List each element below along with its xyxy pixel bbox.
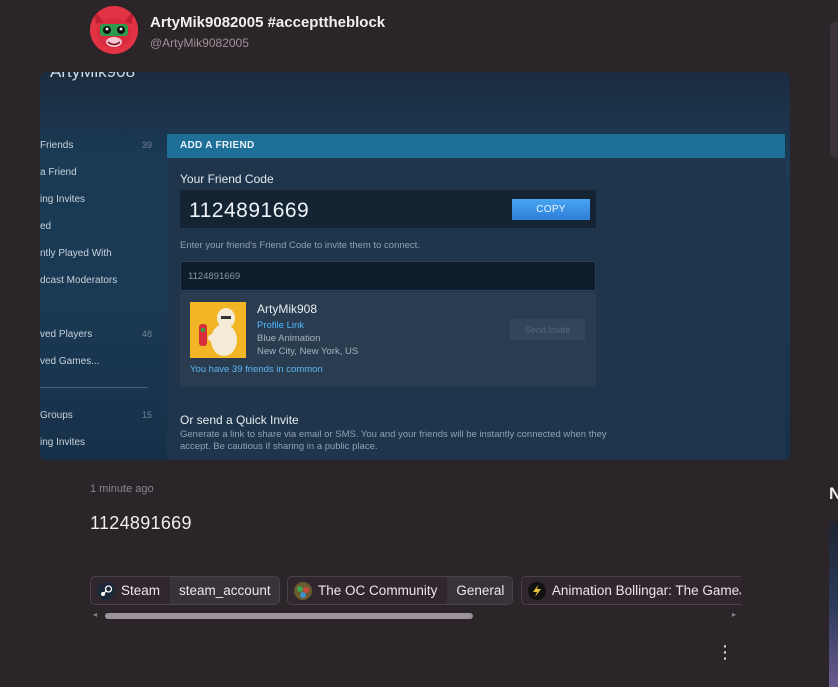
steam-icon xyxy=(97,581,115,600)
post-text: 1124891669 xyxy=(90,513,192,533)
author-avatar[interactable] xyxy=(90,6,138,54)
add-friend-panel: ADD A FRIEND Your Friend Code 1124891669… xyxy=(167,134,785,460)
tag-steam[interactable]: Steam steam_account xyxy=(90,576,280,605)
result-name: ArtyMik908 xyxy=(257,302,318,316)
scroll-right-arrow-icon[interactable]: ▸ xyxy=(732,610,736,619)
steam-nav-item: ing Invites xyxy=(40,194,86,205)
community-icon xyxy=(294,581,313,600)
send-invite-button: Send Invite xyxy=(510,319,585,340)
tag-gamejolt[interactable]: Animation Bollingar: The GameJolt d xyxy=(520,576,741,605)
more-options-icon[interactable]: ⋮ xyxy=(716,643,734,663)
result-line: Blue Animation xyxy=(257,333,321,344)
friend-code-hint: Enter your friend's Friend Code to invit… xyxy=(180,240,420,251)
tag-label: Steam xyxy=(121,583,161,598)
panel-header: ADD A FRIEND xyxy=(167,134,785,158)
result-location: New City, New York, US xyxy=(257,346,359,357)
tag-label: The OC Community xyxy=(318,583,438,598)
steam-nav-item: a Friend xyxy=(40,167,77,178)
friend-code-value: 1124891669 xyxy=(189,199,310,222)
gamejolt-icon xyxy=(527,581,546,600)
steam-nav-item xyxy=(40,294,160,321)
copy-button: COPY xyxy=(512,199,590,220)
common-friends-text: You have 39 friends in common xyxy=(190,364,323,375)
steam-profile-name: ArtyMik908 xyxy=(50,72,135,82)
steam-nav-item: ved Players 48 xyxy=(40,329,152,340)
tags-scrollbar[interactable]: ◂ ▸ xyxy=(90,610,741,622)
tag-sub-label: General xyxy=(447,577,513,604)
search-result-card: ArtyMik908 Profile Link Blue Animation N… xyxy=(180,292,596,386)
quick-invite-title: Or send a Quick Invite xyxy=(180,413,299,427)
result-profile-link: Profile Link xyxy=(257,320,304,331)
post-timestamp[interactable]: 1 minute ago xyxy=(90,483,154,495)
steam-nav-divider xyxy=(40,387,148,388)
tag-sub-label: steam_account xyxy=(170,577,279,604)
steam-friends-nav: Friends 39 a Friend ing Invites ed ntly P… xyxy=(40,132,160,456)
tag-oc-community[interactable]: The OC Community General xyxy=(287,576,514,605)
right-sidebar-card[interactable] xyxy=(829,522,838,687)
friend-code-input xyxy=(180,261,596,291)
post-image[interactable]: ArtyMik908 Friends39 a Friend ing Invite… xyxy=(40,72,790,460)
post-tags: Steam steam_account The OC Community Gen… xyxy=(90,576,741,606)
right-sidebar-panel xyxy=(830,22,838,158)
friend-code-title: Your Friend Code xyxy=(180,172,274,186)
friend-code-box: 1124891669 COPY xyxy=(180,190,596,228)
result-avatar xyxy=(190,302,246,358)
author-handle[interactable]: @ArtyMik9082005 xyxy=(150,36,249,50)
quick-invite-desc: Generate a link to share via email or SM… xyxy=(180,429,607,452)
steam-nav-item: ing Invites xyxy=(40,437,86,448)
right-sidebar-heading: N xyxy=(829,484,838,503)
author-name[interactable]: ArtyMik9082005 #accepttheblock xyxy=(150,14,385,31)
steam-nav-item: Friends 39 xyxy=(40,140,152,151)
scroll-thumb[interactable] xyxy=(105,613,473,619)
steam-nav-item: ved Games... xyxy=(40,356,100,367)
steam-nav-item: ed xyxy=(40,221,52,232)
tag-label: Animation Bollingar: The GameJolt d xyxy=(551,583,741,598)
steam-nav-item: Groups 15 xyxy=(40,410,152,421)
scroll-left-arrow-icon[interactable]: ◂ xyxy=(93,610,97,619)
steam-nav-item: ntly Played With xyxy=(40,248,112,259)
steam-nav-item: dcast Moderators xyxy=(40,275,118,286)
